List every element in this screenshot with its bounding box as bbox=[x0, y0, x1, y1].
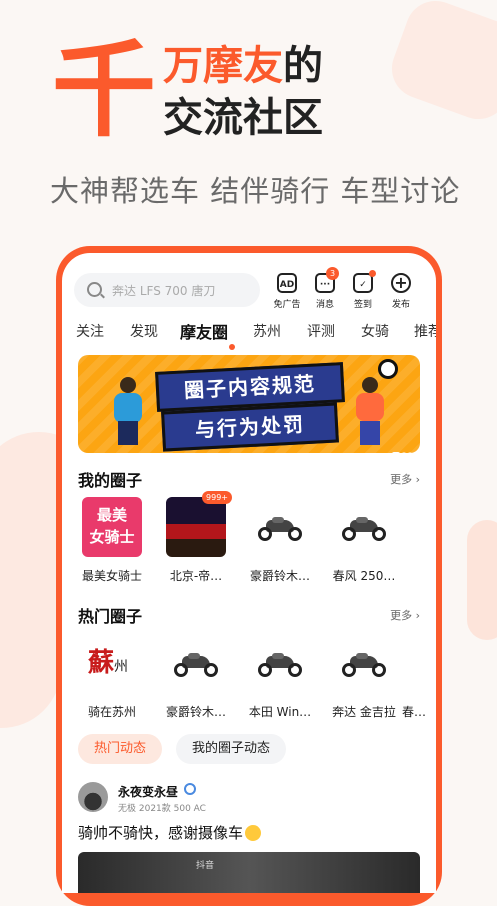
plus-circle-icon: + bbox=[391, 273, 411, 293]
my-circles-title: 我的圈子 bbox=[78, 471, 143, 490]
su-character: 蘇 bbox=[88, 648, 115, 678]
no-ads-label: 免广告 bbox=[273, 300, 301, 310]
top-tabs: 关注 发现 摩友圈 苏州 评测 女骑 推荐 bbox=[62, 319, 436, 350]
tab-moyouquan[interactable]: 摩友圈 bbox=[180, 319, 228, 343]
app-screen: 奔达 LFS 700 唐刀 AD 免广告 ··· 3 消息 ✓ 签到 + 发布 关… bbox=[62, 253, 436, 893]
promo-headline-highlight: 万摩友 bbox=[163, 43, 283, 89]
post-username[interactable]: 永夜变永昼 bbox=[118, 783, 178, 800]
banner-figure-left bbox=[108, 377, 148, 447]
promo-headline-line2: 交流社区 bbox=[163, 95, 323, 141]
circle-item[interactable]: 春风 250… bbox=[328, 497, 400, 584]
message-icon: ··· 3 bbox=[315, 267, 339, 293]
banner-line1: 圈子内容规范 bbox=[183, 371, 317, 403]
banner-pagination bbox=[392, 441, 416, 453]
motorcycle-icon bbox=[334, 497, 394, 557]
member-count-badge: 999+ bbox=[202, 491, 232, 504]
video-watermark: 抖音 bbox=[196, 861, 215, 871]
checkin-button[interactable]: ✓ 签到 bbox=[346, 270, 380, 313]
messages-label: 消息 bbox=[315, 300, 334, 310]
tab-follow[interactable]: 关注 bbox=[76, 321, 104, 341]
hot-circles-more-link[interactable]: 更多 › bbox=[390, 607, 420, 623]
promo-header: 千 万摩友的 交流社区 大神帮选车 结伴骑行 车型讨论 bbox=[0, 0, 497, 240]
checkin-dot bbox=[369, 270, 376, 277]
my-circles-more-link[interactable]: 更多 › bbox=[390, 471, 420, 487]
post-image[interactable]: 抖音 bbox=[78, 852, 420, 893]
magnifier-icon bbox=[378, 359, 398, 379]
no-ads-button[interactable]: AD 免广告 bbox=[270, 273, 304, 313]
promo-big-character: 千 bbox=[52, 29, 157, 151]
motorcycle-icon bbox=[250, 633, 310, 693]
circle-item[interactable]: 豪爵铃木… bbox=[160, 633, 232, 720]
post-text: 骑帅不骑快，感谢摄像车 bbox=[78, 822, 262, 843]
calendar-check-icon: ✓ bbox=[353, 270, 376, 293]
search-icon bbox=[87, 282, 102, 297]
post-user-bike: 无极 2021款 500 AC bbox=[118, 804, 206, 814]
circle-thumb: 999+ bbox=[166, 491, 232, 557]
circle-name: 豪爵铃木… bbox=[249, 569, 310, 583]
circle-item[interactable]: 999+ 北京-帝… bbox=[160, 491, 232, 584]
circle-name: 春… bbox=[402, 705, 427, 719]
publish-label: 发布 bbox=[391, 300, 410, 310]
tab-discover[interactable]: 发现 bbox=[130, 321, 158, 341]
search-input[interactable]: 奔达 LFS 700 唐刀 bbox=[74, 273, 260, 307]
zhou-character: 州 bbox=[114, 659, 129, 675]
circle-thumb: 最美 女骑士 bbox=[82, 497, 142, 557]
tab-my-circles-feed[interactable]: 我的圈子动态 bbox=[176, 734, 287, 764]
motorcycle-icon bbox=[250, 497, 310, 557]
circle-thumb: 蘇州 bbox=[82, 633, 142, 693]
circle-item[interactable]: 豪爵铃木… bbox=[244, 497, 316, 584]
checkin-label: 签到 bbox=[353, 300, 372, 310]
banner-line2: 与行为处罚 bbox=[194, 412, 306, 442]
circle-name: 最美女骑士 bbox=[81, 569, 142, 583]
hot-circles-title: 热门圈子 bbox=[78, 607, 143, 626]
ad-icon: AD bbox=[277, 273, 297, 293]
circle-name: 本田 Win… bbox=[248, 705, 312, 719]
circle-name: 骑在苏州 bbox=[87, 705, 136, 719]
active-tab-indicator bbox=[229, 344, 235, 350]
tab-recommend[interactable]: 推荐 bbox=[414, 321, 436, 341]
circle-name: 北京-帝… bbox=[169, 569, 223, 583]
tab-reviews[interactable]: 评测 bbox=[307, 321, 335, 341]
motorcycle-icon bbox=[166, 633, 226, 693]
smirk-emoji-icon bbox=[245, 825, 262, 841]
circle-item[interactable]: 蘇州 骑在苏州 bbox=[76, 633, 148, 720]
verified-icon bbox=[184, 783, 196, 795]
banner-figure-right bbox=[350, 377, 390, 447]
circle-item[interactable]: 本田 Win… bbox=[244, 633, 316, 720]
promo-headline-suffix: 的 bbox=[283, 43, 323, 89]
circle-item[interactable]: 最美 女骑士 最美女骑士 bbox=[76, 497, 148, 584]
promo-headline: 万摩友的 交流社区 bbox=[163, 40, 323, 144]
avatar[interactable] bbox=[78, 782, 108, 812]
circle-name: 春风 250… bbox=[332, 569, 396, 583]
message-count-badge: 3 bbox=[326, 267, 339, 280]
tab-suzhou[interactable]: 苏州 bbox=[253, 321, 281, 341]
circle-name: 奔达 金吉拉 bbox=[332, 705, 396, 719]
tab-hot-feed[interactable]: 热门动态 bbox=[78, 734, 163, 764]
circle-name: 豪爵铃木… bbox=[165, 705, 226, 719]
background-decoration bbox=[467, 520, 497, 640]
search-placeholder: 奔达 LFS 700 唐刀 bbox=[112, 284, 216, 298]
motorcycle-icon bbox=[402, 633, 436, 693]
circle-item[interactable]: 春… bbox=[402, 633, 436, 720]
motorcycle-icon bbox=[334, 633, 394, 693]
circle-item[interactable]: 奔达 金吉拉 bbox=[328, 633, 400, 720]
promo-subline: 大神帮选车 结伴骑行 车型讨论 bbox=[50, 174, 461, 208]
messages-button[interactable]: ··· 3 消息 bbox=[308, 267, 342, 313]
promo-banner[interactable]: 圈子内容规范 与行为处罚 bbox=[78, 355, 420, 453]
tab-female-riders[interactable]: 女骑 bbox=[361, 321, 389, 341]
publish-button[interactable]: + 发布 bbox=[384, 273, 418, 313]
